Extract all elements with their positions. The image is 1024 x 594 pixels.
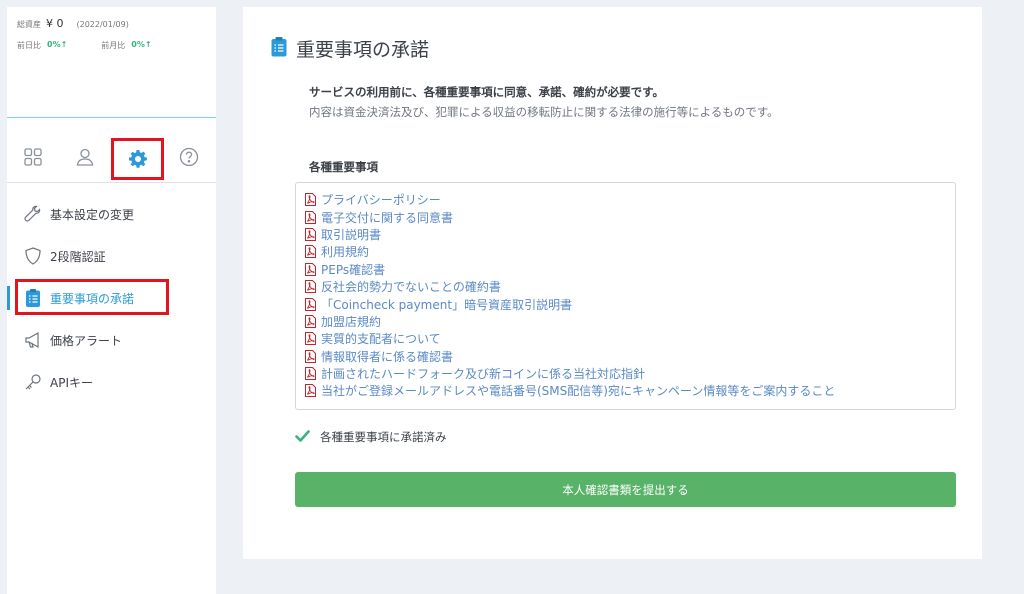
agreed-status: 各種重要事項に承諾済み [295,429,447,445]
total-assets-date: (2022/01/09) [76,20,129,29]
pdf-icon [305,262,316,276]
document-link[interactable]: 利用規約 [305,243,955,260]
documents-heading: 各種重要事項 [309,160,378,174]
document-link[interactable]: 電子交付に関する同意書 [305,208,955,225]
menu-item-basic-settings[interactable]: 基本設定の変更 [7,193,216,235]
menu-item-price-alert[interactable]: 価格アラート [7,319,216,361]
pdf-icon [305,210,316,224]
document-link[interactable]: 加盟店規約 [305,313,955,330]
menu-item-label: 価格アラート [50,333,123,348]
pdf-icon [305,280,316,294]
tab-account[interactable] [69,141,101,173]
document-link-label: 利用規約 [321,245,370,260]
document-link-label: 「Coincheck payment」暗号資産取引説明書 [321,297,573,312]
pdf-icon [305,332,316,346]
menu-item-label: 基本設定の変更 [50,207,135,222]
pdf-icon [305,367,316,381]
sidebar-icon-tabs [7,138,216,183]
pdf-icon [305,193,316,207]
tab-dashboard[interactable] [17,141,49,173]
agreed-text: 各種重要事項に承諾済み [320,430,447,444]
shield-icon [22,245,44,267]
documents-list: プライバシーポリシー 電子交付に関する同意書 取引説明書利用規約 PEPs確認書反社会… [295,182,956,410]
document-link-label: 情報取得者に係る確認書 [321,349,454,364]
document-link-label: PEPs確認書 [321,262,386,277]
page-title: 重要事項の承諾 [270,35,429,62]
tab-help[interactable] [173,141,205,173]
document-link-label: 計画されたハードフォーク及び新コインに係る当社対応指針 [321,367,646,382]
prev-month-label: 前月比 [101,41,126,50]
menu-item-important-matters[interactable]: 重要事項の承諾 [7,277,216,319]
user-icon [76,148,94,166]
document-link-label: 加盟店規約 [321,314,382,329]
key-icon [22,371,44,393]
menu-item-api-key[interactable]: APIキー [7,361,216,403]
document-link[interactable]: 計画されたハードフォーク及び新コインに係る当社対応指針 [305,365,955,382]
document-link-label: プライバシーポリシー [321,193,441,208]
document-link[interactable]: 当社がご登録メールアドレスや電話番号(SMS配信等)宛にキャンペーン情報等をご案… [305,382,955,399]
tab-settings[interactable] [111,138,164,180]
asset-summary: 総資産 ¥ 0 (2022/01/09) 前日比 0%↑ 前月比 0%↑ [17,17,152,51]
pdf-icon [305,384,316,398]
highlight-box [15,279,169,315]
total-assets-label: 総資産 [17,20,41,29]
document-link-label: 反社会的勢力でないことの確約書 [321,280,501,295]
settings-menu: 基本設定の変更 2段階認証 重要事項の承諾 価格アラート APIキー [7,193,216,403]
help-icon [179,147,199,167]
document-link[interactable]: 取引説明書 [305,226,955,243]
pdf-icon [305,314,316,328]
prev-month-value: 0%↑ [131,40,152,49]
menu-item-label: 2段階認証 [50,249,106,264]
clipboard-icon [270,36,288,62]
pdf-icon [305,227,316,241]
menu-item-label: APIキー [50,375,93,390]
document-link-label: 取引説明書 [321,227,382,242]
megaphone-icon [22,329,44,351]
document-link[interactable]: 「Coincheck payment」暗号資産取引説明書 [305,295,955,312]
intro-bold: サービスの利用前に、各種重要事項に同意、承諾、確約が必要です。 [309,85,665,99]
prev-day-label: 前日比 [17,41,41,50]
main-panel: 重要事項の承諾 サービスの利用前に、各種重要事項に同意、承諾、確約が必要です。 … [243,7,982,559]
gear-icon [128,150,147,168]
divider [7,117,216,118]
menu-item-two-factor[interactable]: 2段階認証 [7,235,216,277]
prev-day-value: 0%↑ [47,40,68,49]
total-assets-value: ¥ 0 [46,17,64,30]
wrench-icon [22,203,44,225]
document-link[interactable]: 情報取得者に係る確認書 [305,348,955,365]
pdf-icon [305,297,316,311]
document-link[interactable]: 反社会的勢力でないことの確約書 [305,278,955,295]
grid-icon [24,148,42,166]
page-title-text: 重要事項の承諾 [296,39,430,61]
document-link-label: 当社がご登録メールアドレスや電話番号(SMS配信等)宛にキャンペーン情報等をご案… [321,384,836,399]
sidebar: 総資産 ¥ 0 (2022/01/09) 前日比 0%↑ 前月比 0%↑ 基本設… [7,7,216,594]
document-link-label: 実質的支配者について [321,332,441,347]
check-icon [295,429,310,445]
document-link[interactable]: 実質的支配者について [305,330,955,347]
document-link[interactable]: プライバシーポリシー [305,191,955,208]
pdf-icon [305,245,316,259]
pdf-icon [305,349,316,363]
document-link-label: 電子交付に関する同意書 [321,210,454,225]
intro-text: 内容は資金決済法及び、犯罪による収益の移転防止に関する法律の施行等によるものです… [309,105,779,119]
document-link[interactable]: PEPs確認書 [305,261,955,278]
submit-id-documents-button[interactable]: 本人確認書類を提出する [295,472,956,507]
